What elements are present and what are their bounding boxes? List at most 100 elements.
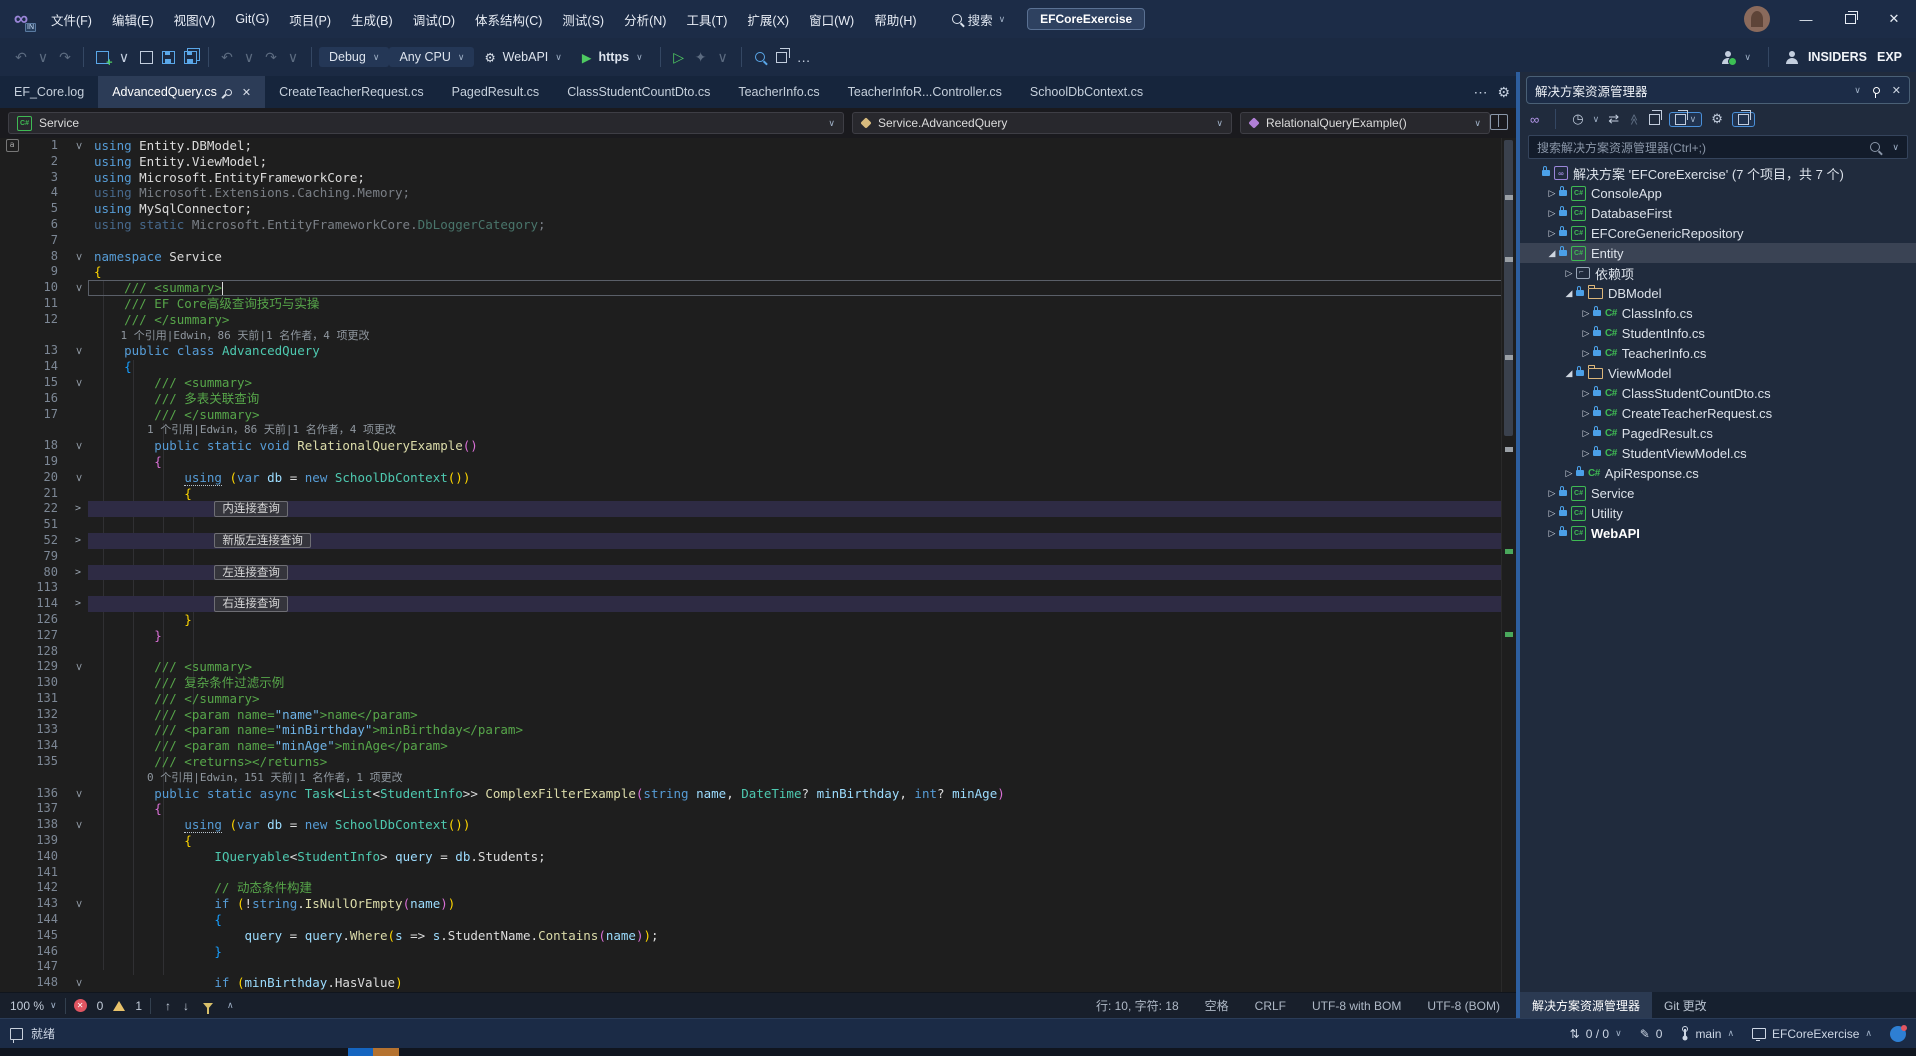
fold-collapsed-icon[interactable]: > xyxy=(75,598,81,609)
line-content[interactable]: using (var db = new SchoolDbContext()) xyxy=(88,470,1502,486)
chevron-collapsed-icon[interactable]: ▷ xyxy=(1545,508,1559,519)
code-line[interactable]: 7 xyxy=(0,233,1502,249)
chevron-expanded-icon[interactable]: ◢ xyxy=(1562,288,1576,299)
line-number[interactable]: 135 xyxy=(24,754,68,770)
line-number[interactable]: 145 xyxy=(24,928,68,944)
code-line[interactable]: 127 } xyxy=(0,628,1502,644)
fold-margin[interactable]: > xyxy=(68,596,88,612)
line-number[interactable]: 113 xyxy=(24,580,68,596)
code-line[interactable]: 131 /// </summary> xyxy=(0,691,1502,707)
line-content[interactable] xyxy=(88,644,1502,660)
code-line[interactable]: 114> 右连接查询 xyxy=(0,596,1502,612)
chevron-collapsed-icon[interactable]: ▷ xyxy=(1579,428,1593,439)
code-line[interactable]: 147 xyxy=(0,959,1502,975)
fold-margin[interactable] xyxy=(68,201,88,217)
code-line[interactable]: 11 /// EF Core高级查询技巧与实操 xyxy=(0,296,1502,312)
line-content[interactable]: using MySqlConnector; xyxy=(88,201,1502,217)
line-content[interactable]: using (var db = new SchoolDbContext()) xyxy=(88,817,1502,833)
editor-gear-icon[interactable]: ⚙ xyxy=(1497,84,1510,101)
code-line[interactable]: 3using Microsoft.EntityFrameworkCore; xyxy=(0,170,1502,186)
line-number[interactable]: 130 xyxy=(24,675,68,691)
code-view[interactable]: a1>using Entity.DBModel;2using Entity.Vi… xyxy=(0,138,1502,992)
line-content[interactable]: { xyxy=(88,264,1502,280)
member-dropdown[interactable]: RelationalQueryExample() ∨ xyxy=(1240,112,1490,134)
code-line[interactable]: 133 /// <param name="minBirthday">minBir… xyxy=(0,722,1502,738)
fold-margin[interactable] xyxy=(68,691,88,707)
menu-item[interactable]: 扩展(X) xyxy=(738,6,798,33)
wrench-icon[interactable]: ⚙ xyxy=(1711,111,1723,127)
fold-collapsed-icon[interactable]: > xyxy=(75,535,81,546)
fold-margin[interactable] xyxy=(68,486,88,502)
line-number[interactable]: 4 xyxy=(24,185,68,201)
collapsed-region-box[interactable]: 右连接查询 xyxy=(214,596,288,612)
line-number[interactable]: 20 xyxy=(24,470,68,486)
line-content[interactable]: /// </summary> xyxy=(88,407,1502,423)
notification-icon[interactable] xyxy=(1890,1026,1906,1042)
fold-margin[interactable] xyxy=(68,422,88,438)
fold-margin[interactable] xyxy=(68,580,88,596)
code-line[interactable]: 141 xyxy=(0,865,1502,881)
profiler-chevron-icon[interactable]: ∨ xyxy=(713,45,733,69)
document-tab[interactable]: AdvancedQuery.cs✕ xyxy=(98,76,265,108)
line-number[interactable]: 18 xyxy=(24,438,68,454)
line-content[interactable]: // 动态条件构建 xyxy=(88,880,1502,896)
tab-overflow-icon[interactable]: ⋯ xyxy=(1473,84,1487,101)
line-content[interactable] xyxy=(88,959,1502,975)
line-number[interactable]: 129 xyxy=(24,659,68,675)
line-number[interactable]: 3 xyxy=(24,170,68,186)
menu-item[interactable]: 工具(T) xyxy=(677,6,736,33)
line-content[interactable]: 1 个引用|Edwin，86 天前|1 名作者，4 项更改 xyxy=(88,422,1502,438)
code-line[interactable]: 16 /// 多表关联查询 xyxy=(0,391,1502,407)
code-line[interactable]: 128 xyxy=(0,644,1502,660)
code-line[interactable]: 2using Entity.ViewModel; xyxy=(0,154,1502,170)
line-number[interactable]: 21 xyxy=(24,486,68,502)
line-content[interactable]: 右连接查询 xyxy=(88,596,1502,612)
code-line[interactable]: 143> if (!string.IsNullOrEmpty(name)) xyxy=(0,896,1502,912)
code-line[interactable]: 145 query = query.Where(s => s.StudentNa… xyxy=(0,928,1502,944)
close-icon[interactable]: ✕ xyxy=(242,86,251,99)
scrollbar-thumb[interactable] xyxy=(1504,140,1513,436)
line-number[interactable] xyxy=(24,422,68,438)
line-number[interactable]: 134 xyxy=(24,738,68,754)
fold-margin[interactable]: > xyxy=(68,975,88,991)
fold-margin[interactable] xyxy=(68,880,88,896)
line-number[interactable]: 133 xyxy=(24,722,68,738)
line-number[interactable]: 141 xyxy=(24,865,68,881)
code-line[interactable]: 79 xyxy=(0,549,1502,565)
line-content[interactable]: public static async Task<List<StudentInf… xyxy=(88,786,1502,802)
document-tab[interactable]: ClassStudentCountDto.cs xyxy=(553,76,724,108)
code-line[interactable]: 139 { xyxy=(0,833,1502,849)
fold-margin[interactable] xyxy=(68,359,88,375)
fold-margin[interactable]: > xyxy=(68,249,88,265)
git-sync-status[interactable]: ⇅0 / 0∨ xyxy=(1570,1027,1622,1041)
fold-margin[interactable] xyxy=(68,722,88,738)
chevron-collapsed-icon[interactable]: ▷ xyxy=(1545,528,1559,539)
project-dropdown[interactable]: C# Service ∨ xyxy=(8,112,844,134)
code-line[interactable]: 52> 新版左连接查询 xyxy=(0,533,1502,549)
chevron-collapsed-icon[interactable]: ▷ xyxy=(1545,188,1559,199)
code-line[interactable]: 13> public class AdvancedQuery xyxy=(0,343,1502,359)
sync-with-active-document-icon[interactable]: ⇄ xyxy=(1608,111,1619,127)
preview-selected-items-button[interactable]: ∨ xyxy=(1669,112,1703,127)
pending-edits[interactable]: ✎0 xyxy=(1640,1027,1663,1041)
line-content[interactable]: /// </summary> xyxy=(88,312,1502,328)
codelens-row[interactable]: 1 个引用|Edwin，86 天前|1 名作者，4 项更改 xyxy=(0,422,1502,438)
code-line[interactable]: 132 /// <param name="name">name</param> xyxy=(0,707,1502,723)
line-content[interactable] xyxy=(88,517,1502,533)
fold-margin[interactable] xyxy=(68,264,88,280)
line-content[interactable]: } xyxy=(88,628,1502,644)
fold-margin[interactable]: > xyxy=(68,375,88,391)
tree-item-studentviewmodel-cs[interactable]: ▷C#StudentViewModel.cs xyxy=(1520,443,1916,463)
split-window-icon[interactable] xyxy=(1490,114,1508,130)
line-content[interactable]: /// <summary> xyxy=(88,375,1502,391)
switch-views-icon[interactable]: ∞ xyxy=(1530,112,1539,127)
code-line[interactable]: 80> 左连接查询 xyxy=(0,565,1502,581)
line-number[interactable]: 143 xyxy=(24,896,68,912)
tree-item-databasefirst[interactable]: ▷C#DatabaseFirst xyxy=(1520,203,1916,223)
fold-margin[interactable] xyxy=(68,801,88,817)
feedback-icon[interactable] xyxy=(1786,51,1798,63)
line-number[interactable]: 15 xyxy=(24,375,68,391)
navigate-forward-icon[interactable]: ↷ xyxy=(55,45,75,69)
line-content[interactable]: } xyxy=(88,944,1502,960)
code-line[interactable]: 136> public static async Task<List<Stude… xyxy=(0,786,1502,802)
